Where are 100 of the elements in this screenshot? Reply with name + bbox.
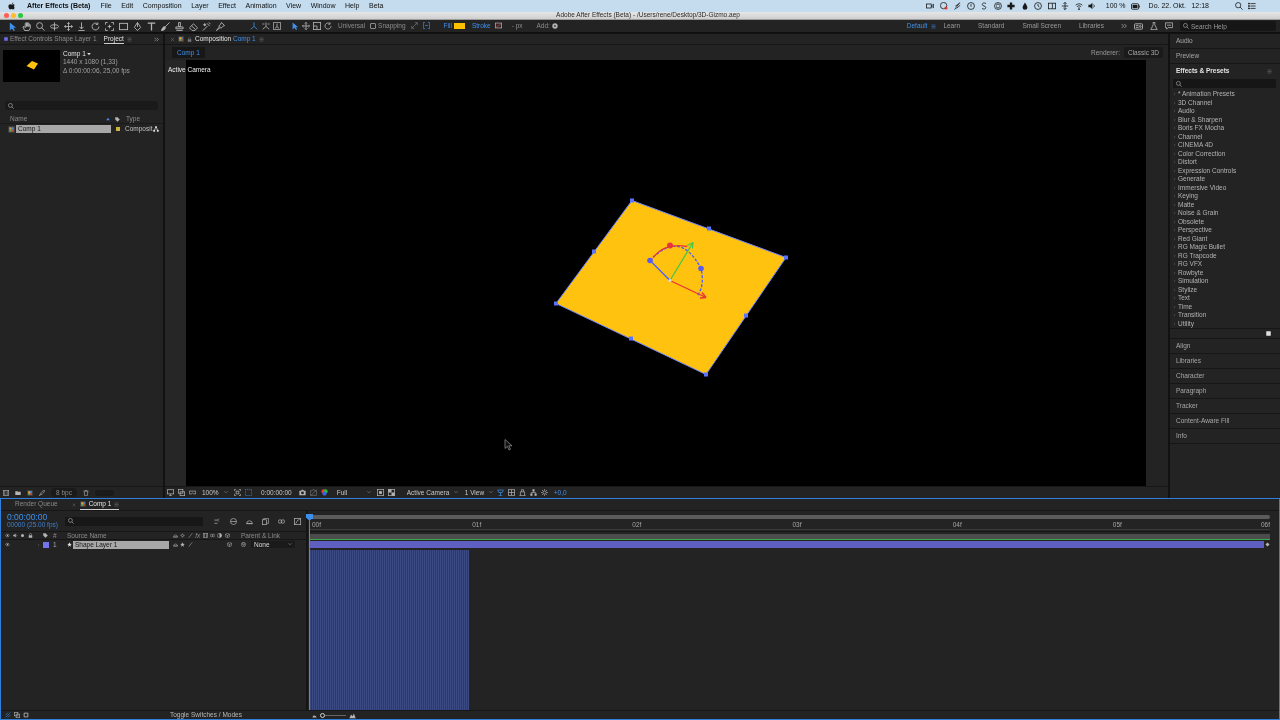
square-icon[interactable] — [376, 489, 384, 496]
orbit-icon[interactable] — [49, 21, 59, 31]
caret-icon[interactable] — [87, 51, 92, 56]
film-icon[interactable] — [3, 489, 9, 496]
flask-icon[interactable] — [1150, 22, 1158, 30]
region-icon[interactable] — [245, 489, 252, 496]
lock-icon[interactable] — [187, 36, 192, 42]
double-chevron-icon[interactable] — [1121, 23, 1127, 29]
platform-icon[interactable] — [518, 489, 526, 496]
flowchart-icon[interactable] — [529, 489, 537, 496]
down-arrow-icon[interactable] — [77, 21, 87, 31]
record-icon[interactable] — [939, 2, 948, 10]
brackets-icon[interactable] — [422, 22, 430, 30]
power-icon[interactable] — [966, 2, 975, 10]
hand-icon[interactable] — [21, 21, 31, 31]
large-mountain-icon[interactable] — [349, 711, 356, 719]
sphere-icon[interactable] — [230, 517, 237, 525]
brush-icon[interactable] — [160, 21, 170, 31]
dome-icon[interactable] — [173, 533, 178, 538]
clock-icon[interactable] — [1034, 2, 1043, 10]
apple-icon[interactable] — [8, 2, 16, 10]
checkerboard-icon[interactable] — [387, 489, 395, 496]
search-field[interactable] — [5, 101, 158, 110]
axes-icon[interactable] — [250, 22, 258, 30]
lock-icon[interactable] — [27, 533, 33, 538]
flowchart-icon[interactable] — [153, 126, 160, 132]
shape-layer-plane[interactable] — [554, 198, 788, 377]
stripes-icon[interactable] — [5, 712, 11, 718]
eye-icon[interactable] — [5, 533, 10, 538]
rocket-icon[interactable] — [39, 489, 45, 496]
framed-axes-icon[interactable] — [273, 22, 281, 30]
settings-icon[interactable] — [540, 489, 548, 496]
feather-icon[interactable] — [953, 2, 962, 10]
pen-icon[interactable] — [133, 21, 142, 31]
playhead-handle[interactable] — [306, 514, 313, 521]
zoom-icon[interactable] — [35, 21, 45, 31]
pick-whip-icon[interactable] — [241, 542, 246, 547]
speaker-icon[interactable] — [12, 533, 18, 538]
cube-icon[interactable] — [224, 533, 230, 538]
branch-icon[interactable] — [214, 517, 221, 525]
stroke-swatch-icon[interactable] — [492, 22, 504, 30]
pin-icon[interactable] — [216, 21, 226, 31]
color-channels-icon[interactable] — [320, 489, 328, 496]
tag-icon[interactable] — [115, 116, 120, 122]
composition-icon[interactable] — [27, 489, 33, 496]
scale-icon[interactable] — [313, 22, 321, 30]
goggles-icon[interactable] — [189, 489, 196, 496]
dome-icon[interactable] — [173, 542, 178, 547]
sun-icon[interactable] — [180, 533, 186, 538]
diamond-icon[interactable] — [1265, 542, 1270, 547]
display-icon[interactable] — [178, 489, 185, 496]
rotation-gizmo[interactable] — [647, 241, 707, 299]
label-swatch-icon[interactable] — [116, 127, 120, 131]
drop-icon[interactable] — [1020, 2, 1029, 10]
visibility-switch[interactable] — [5, 542, 10, 547]
grid-icon[interactable] — [507, 489, 515, 496]
move-icon[interactable] — [63, 21, 73, 31]
crosshair-frame-icon[interactable] — [105, 21, 115, 31]
slider-handle[interactable] — [320, 712, 326, 718]
squares-icon[interactable] — [14, 712, 20, 718]
snapping-checkbox[interactable] — [370, 23, 377, 29]
fill-swatch-icon[interactable] — [453, 23, 465, 29]
video-camera-icon[interactable] — [926, 2, 935, 10]
selection-arrow-icon[interactable] — [8, 21, 17, 31]
frame-icon[interactable] — [234, 489, 241, 496]
search-field[interactable] — [65, 516, 203, 526]
list-icon[interactable] — [1248, 2, 1256, 10]
folder-icon[interactable] — [15, 489, 21, 496]
double-chevron-icon[interactable] — [154, 36, 159, 42]
rectangle-icon[interactable] — [119, 21, 129, 31]
stamp-icon[interactable] — [174, 21, 184, 31]
add-menu-icon[interactable] — [551, 23, 558, 29]
monitor-icon[interactable] — [167, 489, 174, 496]
arrows-icon[interactable] — [1061, 2, 1070, 10]
circles-icon[interactable] — [210, 533, 215, 538]
dome-icon[interactable] — [246, 517, 253, 525]
circles-icon[interactable] — [278, 517, 285, 525]
speaker-icon[interactable] — [1088, 2, 1097, 10]
diagonal-arrows-icon[interactable] — [410, 22, 418, 30]
roto-brush-icon[interactable] — [202, 21, 212, 31]
star-icon[interactable] — [180, 542, 186, 547]
camera-icon[interactable] — [298, 489, 306, 496]
cube-icon[interactable] — [226, 542, 232, 547]
card-icon[interactable] — [1134, 21, 1143, 31]
chat-icon[interactable] — [1165, 22, 1173, 30]
battery-icon[interactable] — [1131, 1, 1141, 11]
eraser-icon[interactable] — [188, 21, 198, 31]
s-curve-icon[interactable] — [980, 2, 989, 10]
label-swatch-icon[interactable] — [43, 541, 49, 548]
search-icon[interactable] — [1234, 2, 1243, 10]
contrast-icon[interactable] — [217, 533, 223, 538]
graph-icon[interactable] — [294, 517, 301, 525]
frames-icon[interactable] — [262, 517, 269, 525]
dot-icon[interactable] — [20, 533, 26, 538]
window-icon[interactable] — [1047, 2, 1056, 10]
chip-icon[interactable] — [23, 712, 29, 718]
rotate-icon[interactable] — [91, 21, 101, 31]
move-icon[interactable] — [302, 22, 310, 30]
wifi-icon[interactable] — [1074, 2, 1083, 10]
sort-icon[interactable] — [106, 117, 110, 121]
